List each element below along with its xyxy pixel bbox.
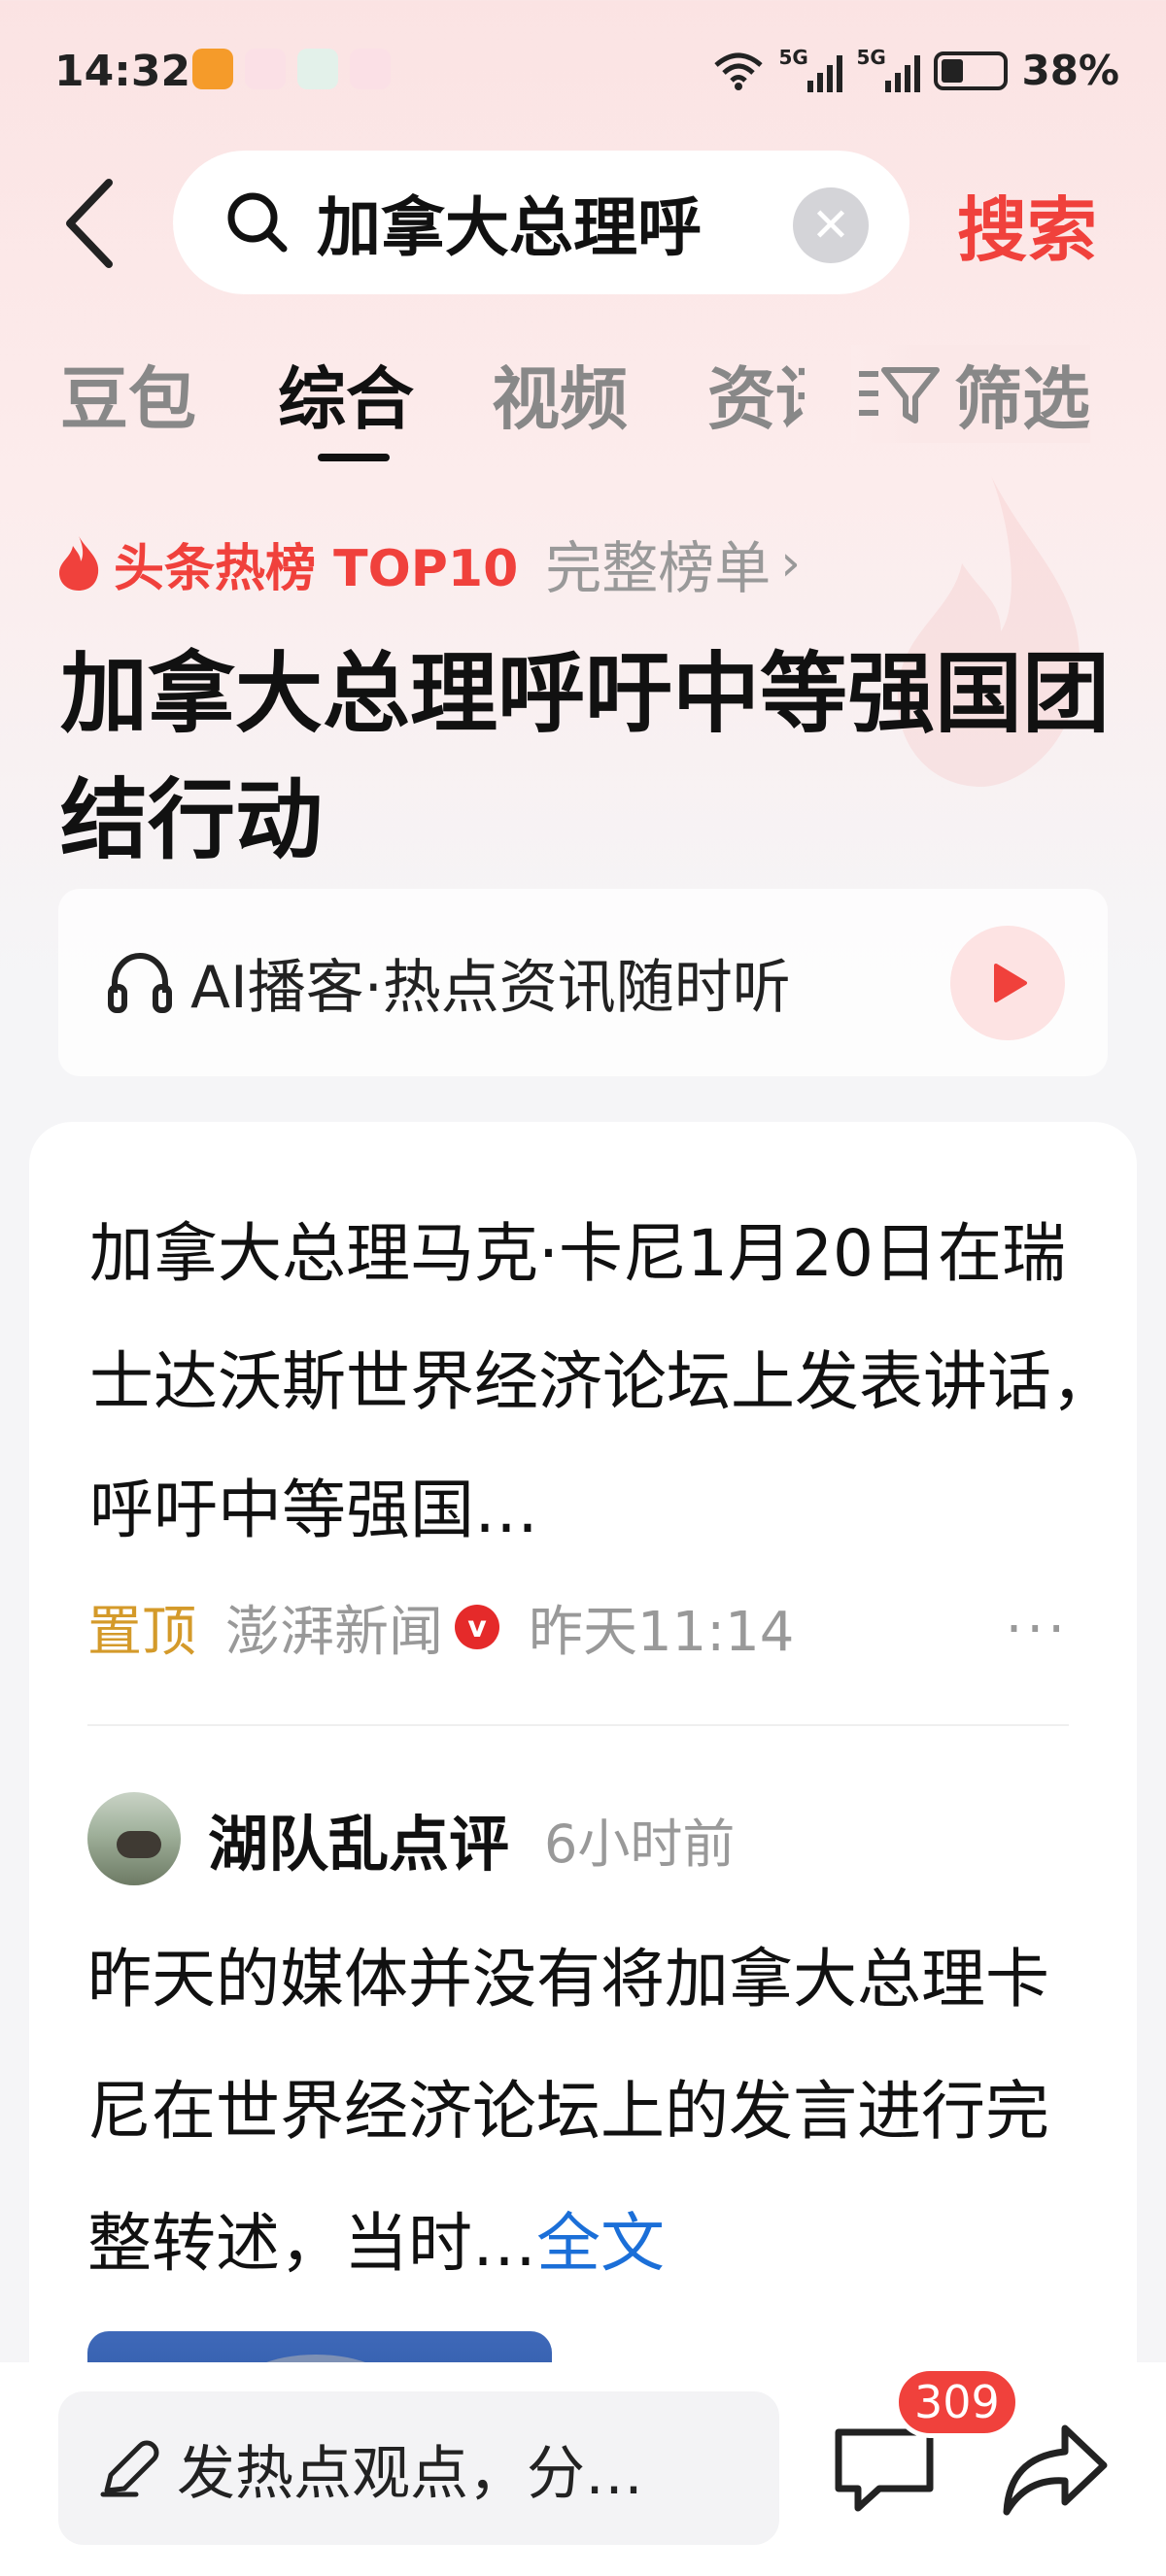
flame-icon	[59, 536, 99, 591]
article-meta: 置顶 澎湃新闻 v 昨天11:14 ···	[87, 1588, 1069, 1666]
bottom-bar: 发热点观点，分… 309	[0, 2362, 1166, 2576]
post-time: 6小时前	[544, 1813, 736, 1875]
search-input[interactable]: 加拿大总理呼 ✕	[173, 151, 909, 294]
app-notification-icon	[192, 49, 233, 89]
search-query: 加拿大总理呼	[317, 190, 702, 265]
signal-2: 5G	[856, 46, 921, 92]
clear-icon[interactable]: ✕	[793, 187, 869, 263]
back-button[interactable]	[60, 175, 119, 272]
status-bar: 14:32 5G 5G 38%	[0, 0, 1166, 146]
play-button[interactable]	[950, 926, 1065, 1040]
active-tab-indicator	[318, 454, 390, 461]
post-header: 湖队乱点评 6小时前	[87, 1792, 735, 1885]
pen-icon	[100, 2440, 159, 2497]
share-icon[interactable]	[1001, 2419, 1110, 2520]
article-source[interactable]: 澎湃新闻	[225, 1588, 443, 1667]
back-arrow-icon	[66, 179, 113, 268]
pinned-tag: 置顶	[87, 1600, 196, 1664]
hot-rank-label: 头条热榜 TOP10	[114, 539, 519, 598]
verified-icon: v	[455, 1605, 499, 1649]
ai-podcast-text: AI播客·热点资讯随时听	[190, 954, 791, 1022]
filter-icon	[859, 366, 940, 424]
full-rank-link[interactable]: 完整榜单	[545, 523, 771, 604]
comment-input[interactable]: 发热点观点，分…	[58, 2391, 779, 2545]
play-icon	[994, 964, 1027, 1002]
search-button[interactable]: 搜索	[957, 173, 1097, 275]
hot-topic-headline[interactable]: 加拿大总理呼吁中等强国团结行动	[60, 631, 1110, 884]
tab-news[interactable]: 资讯	[707, 345, 805, 443]
more-icon[interactable]: ···	[1006, 1598, 1069, 1661]
mobile-notification-icon	[297, 49, 338, 89]
tab-video[interactable]: 视频	[492, 345, 628, 443]
filter-button[interactable]: 筛选	[851, 345, 1090, 443]
article-time: 昨天11:14	[529, 1600, 795, 1664]
tab-bar: 豆包 综合 视频 资讯 筛选	[0, 345, 1166, 471]
music-notification-icon-2	[350, 49, 391, 89]
wifi-icon	[714, 52, 764, 90]
battery-icon	[934, 51, 1009, 90]
search-icon	[227, 192, 288, 253]
tab-general[interactable]: 综合	[278, 345, 414, 443]
post-content[interactable]: 昨天的媒体并没有将加拿大总理卡尼在世界经济论坛上的发言进行完整转述，当时…全文	[87, 1914, 1098, 2310]
article-summary[interactable]: 加拿大总理马克·卡尼1月20日在瑞士达沃斯世界经济论坛上发表讲话，呼吁中等强国…	[89, 1190, 1119, 1575]
filter-label: 筛选	[954, 359, 1090, 439]
status-time: 14:32	[54, 47, 191, 96]
avatar[interactable]	[87, 1792, 181, 1885]
headphone-icon	[108, 952, 172, 1013]
post-author[interactable]: 湖队乱点评	[208, 1795, 509, 1882]
ai-podcast-card[interactable]: AI播客·热点资讯随时听	[58, 889, 1108, 1076]
hot-rank-row[interactable]: 头条热榜 TOP10 完整榜单 ›	[53, 529, 802, 601]
full-text-link[interactable]: 全文	[536, 2206, 665, 2281]
tab-doubao[interactable]: 豆包	[60, 345, 196, 443]
chevron-right-icon: ›	[780, 534, 802, 593]
battery-level: 38%	[1021, 47, 1119, 94]
signal-1: 5G	[778, 46, 843, 92]
music-notification-icon	[245, 49, 286, 89]
divider	[87, 1724, 1069, 1726]
status-right: 5G 5G 38%	[712, 46, 1119, 94]
comment-placeholder: 发热点观点，分…	[177, 2439, 643, 2508]
